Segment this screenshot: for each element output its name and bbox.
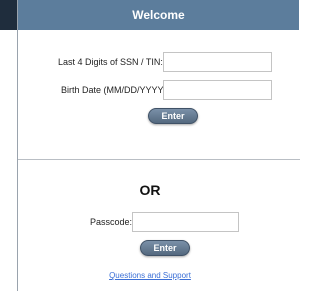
enter-button-label: Enter — [161, 111, 185, 121]
enter-button[interactable]: Enter — [148, 108, 198, 124]
panel-header: Welcome — [18, 0, 299, 30]
birth-date-label: Birth Date (MM/DD/YYYY): — [61, 85, 170, 95]
ssn-input[interactable] — [163, 52, 272, 72]
passcode-label: Passcode: — [90, 217, 133, 227]
divider — [18, 159, 300, 160]
passcode-enter-button[interactable]: Enter — [140, 240, 190, 256]
passcode-enter-button-label: Enter — [153, 243, 177, 253]
birth-date-input[interactable] — [163, 80, 272, 100]
ssn-label: Last 4 Digits of SSN / TIN: — [58, 57, 163, 67]
page: Welcome Last 4 Digits of SSN / TIN: Birt… — [0, 0, 300, 291]
or-label: OR — [139, 182, 161, 198]
panel-title: Welcome — [132, 8, 185, 22]
questions-support-link[interactable]: Questions and Support — [18, 271, 282, 280]
top-strip — [0, 0, 17, 30]
login-panel: Welcome Last 4 Digits of SSN / TIN: Birt… — [17, 0, 300, 291]
passcode-input[interactable] — [132, 212, 239, 232]
